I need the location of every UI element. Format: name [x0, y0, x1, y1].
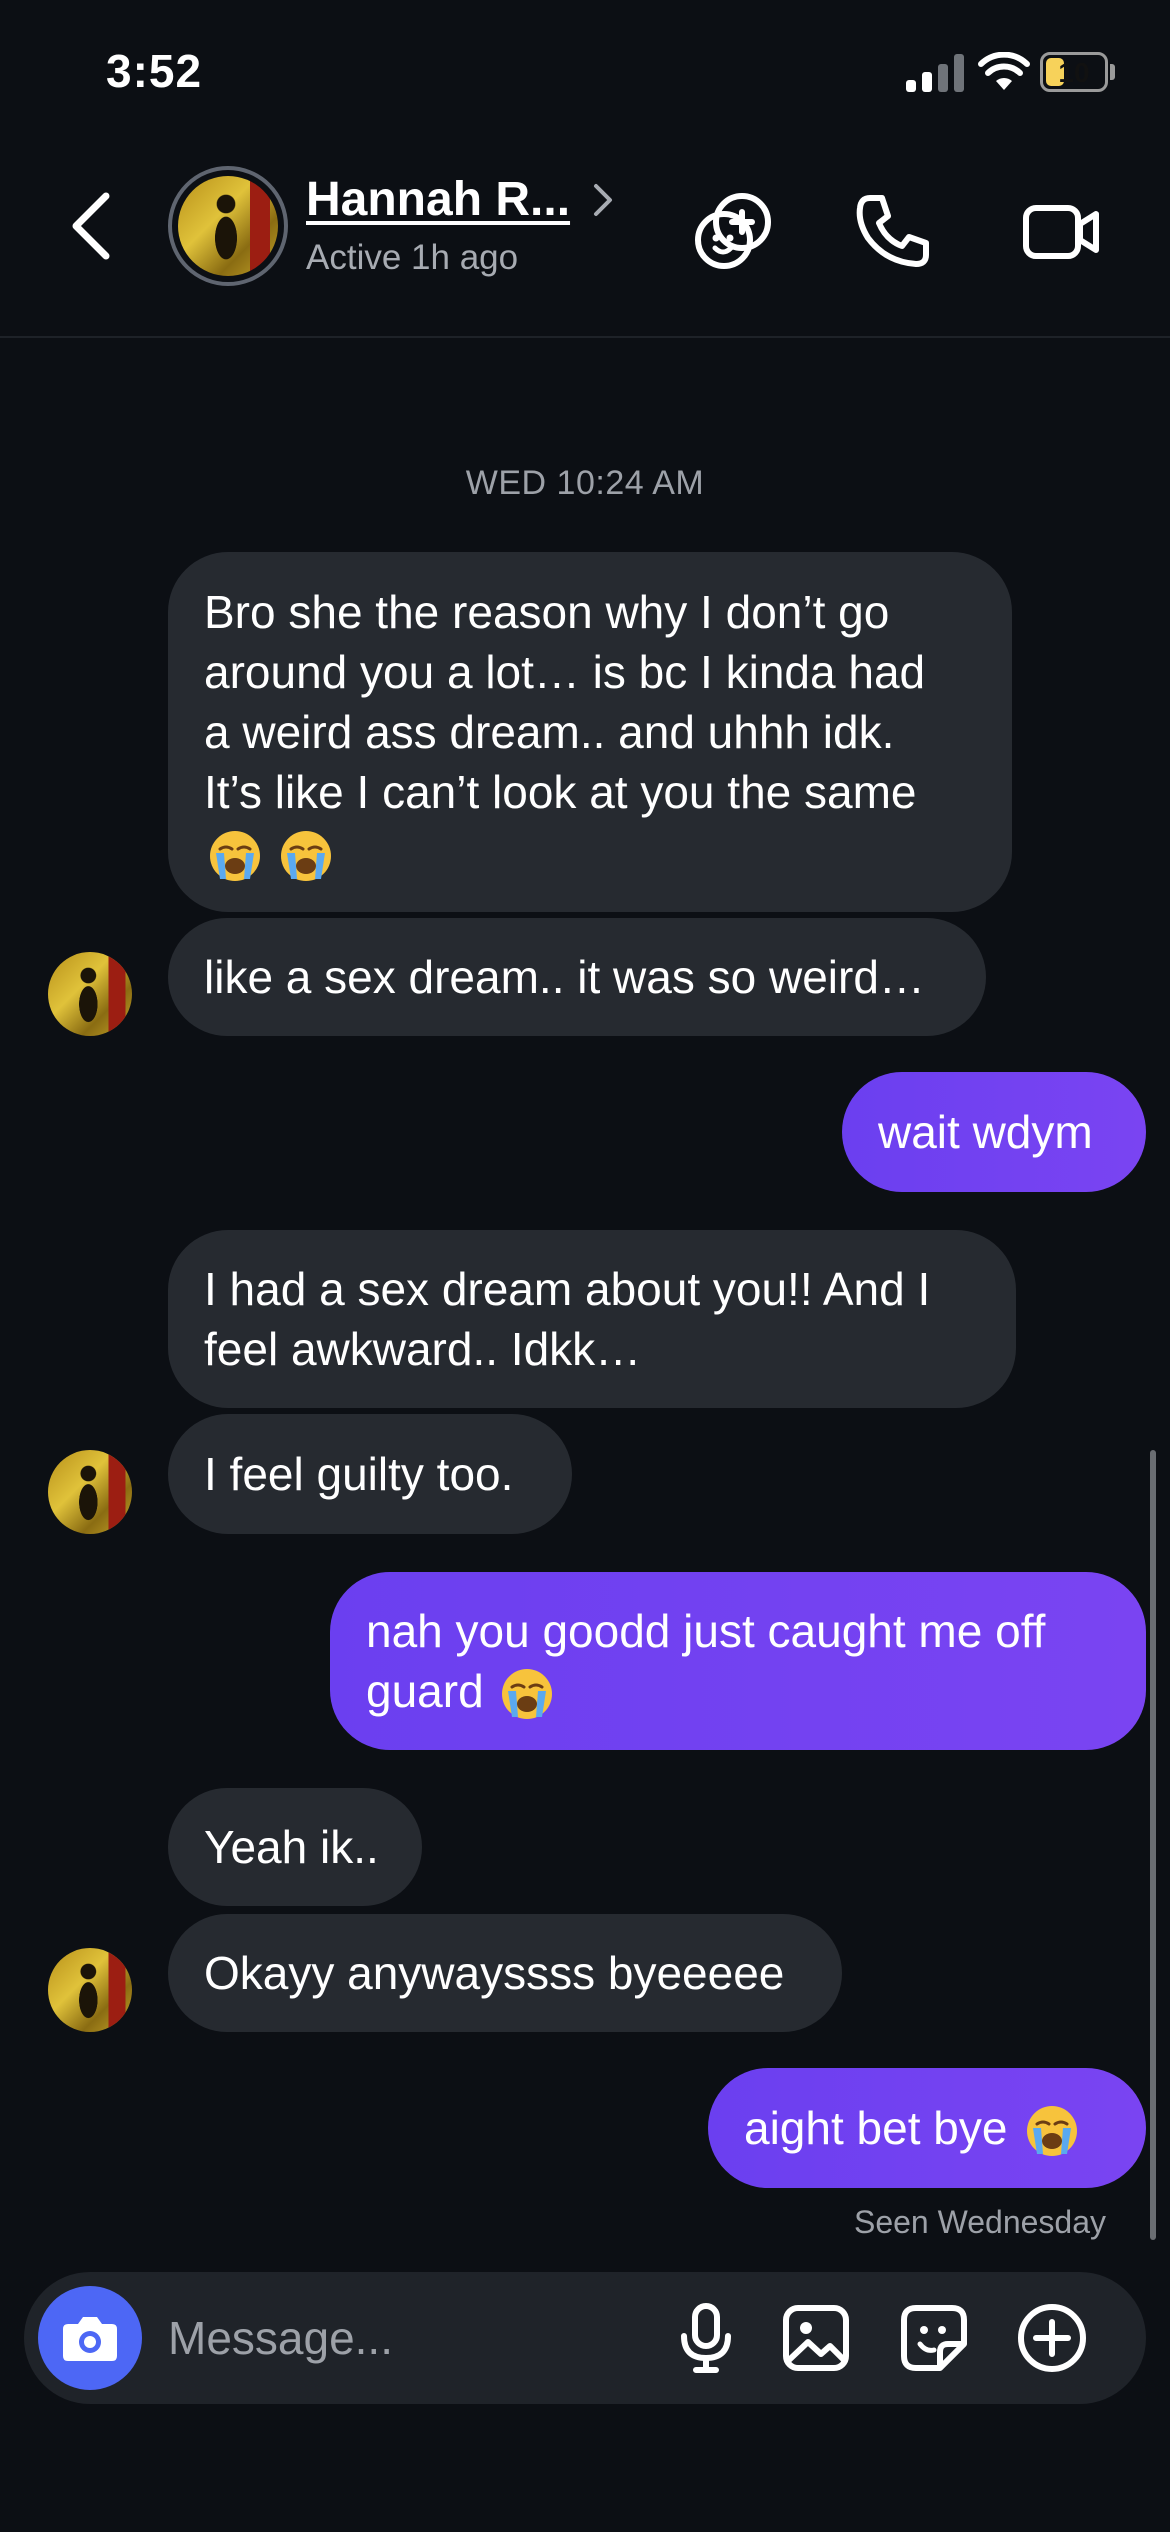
chat-header: Hannah R... Active 1h ago — [0, 150, 1170, 338]
status-bar: 3:52 10 — [0, 0, 1170, 150]
sticker-icon[interactable] — [894, 2298, 974, 2378]
sender-avatar[interactable] — [48, 952, 132, 1036]
message-bubble-incoming[interactable]: I feel guilty too. — [168, 1414, 572, 1534]
sender-avatar[interactable] — [48, 1450, 132, 1534]
message-composer — [24, 2272, 1146, 2404]
message-text: Bro she the reason why I don’t go around… — [204, 582, 925, 883]
gallery-icon[interactable] — [776, 2298, 856, 2378]
message-bubble-incoming[interactable]: like a sex dream.. it was so weird… — [168, 918, 986, 1036]
wifi-icon — [978, 52, 1030, 90]
phone-icon[interactable] — [848, 186, 938, 276]
battery-icon: 10 — [1040, 52, 1108, 92]
contact-name[interactable]: Hannah R... — [306, 172, 570, 227]
message-text: Yeah ik.. — [204, 1821, 379, 1873]
camera-icon — [63, 2317, 117, 2361]
battery-cap — [1110, 64, 1115, 80]
message-bubble-outgoing[interactable]: nah you goodd just caught me off guard — [330, 1572, 1146, 1750]
status-time: 3:52 — [106, 45, 203, 97]
contact-avatar[interactable] — [168, 166, 288, 286]
message-bubble-incoming[interactable]: I had a sex dream about you!! And I feel… — [168, 1230, 1016, 1408]
seen-status: Seen Wednesday — [853, 2204, 1106, 2240]
loudly-crying-emoji — [1021, 2098, 1079, 2159]
chevron-right-icon[interactable] — [588, 178, 618, 222]
sender-avatar[interactable] — [48, 1948, 132, 2032]
scrollbar[interactable] — [1150, 1450, 1156, 2240]
message-bubble-incoming[interactable]: Bro she the reason why I don’t go around… — [168, 552, 1012, 912]
message-text: I had a sex dream about you!! And I feel… — [204, 1263, 931, 1375]
message-input[interactable] — [168, 2302, 648, 2374]
video-camera-icon[interactable] — [1016, 186, 1106, 276]
loudly-crying-emoji — [496, 1665, 554, 1720]
message-text: nah you goodd just caught me off guard — [366, 1601, 1045, 1722]
message-bubble-incoming[interactable]: Okayy anywayssss byeeeee — [168, 1914, 842, 2032]
microphone-icon[interactable] — [666, 2298, 746, 2378]
message-text: wait wdym — [878, 1106, 1093, 1158]
message-bubble-outgoing[interactable]: wait wdym — [842, 1072, 1146, 1192]
message-text: Okayy anywayssss byeeeee — [204, 1947, 785, 1999]
battery-level: 10 — [1058, 57, 1090, 88]
camera-button[interactable] — [38, 2286, 142, 2390]
video-chat-effects-icon[interactable] — [688, 186, 778, 276]
chevron-left-icon[interactable] — [60, 186, 130, 266]
plus-circle-icon[interactable] — [1012, 2298, 1092, 2378]
message-bubble-outgoing[interactable]: aight bet bye — [708, 2068, 1146, 2188]
cellular-signal-icon — [906, 54, 966, 92]
loudly-crying-emoji — [204, 826, 333, 881]
message-text: aight bet bye — [744, 2102, 1008, 2154]
message-bubble-incoming[interactable]: Yeah ik.. — [168, 1788, 422, 1906]
contact-active-status: Active 1h ago — [306, 238, 519, 277]
message-text: I feel guilty too. — [204, 1448, 514, 1500]
message-text: like a sex dream.. it was so weird… — [204, 951, 925, 1003]
date-separator: WED 10:24 AM — [465, 464, 705, 502]
